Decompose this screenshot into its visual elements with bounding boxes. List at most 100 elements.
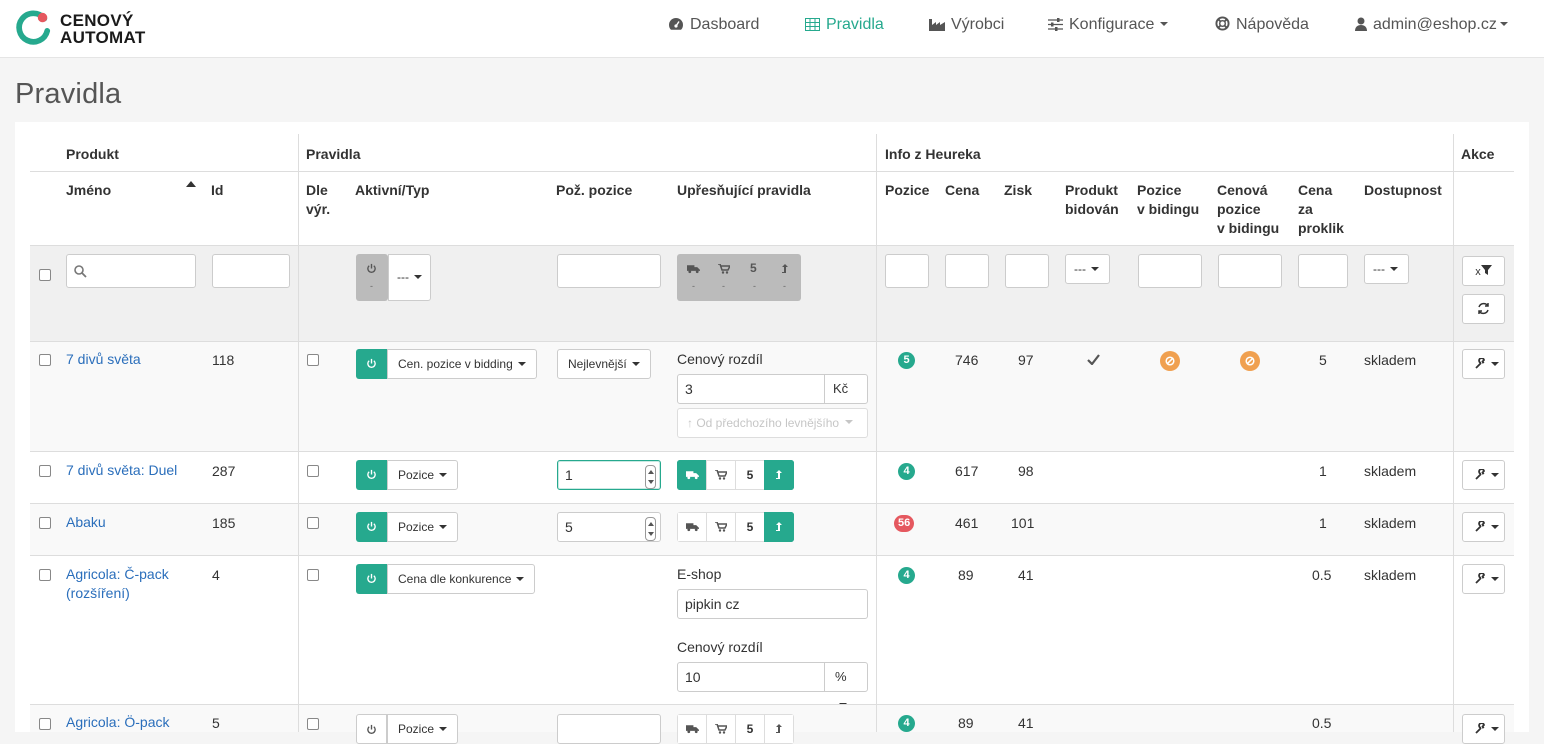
by-manufacturer-checkbox[interactable] (307, 354, 319, 366)
clear-filter-button[interactable]: x (1462, 256, 1505, 286)
arrow-up-toggle[interactable] (764, 714, 794, 744)
id-filter-input[interactable] (212, 254, 290, 288)
active-toggle[interactable] (356, 460, 387, 490)
stepper-icon[interactable] (645, 465, 656, 489)
arrow-up-toggle[interactable] (764, 512, 794, 542)
cart-icon (715, 522, 727, 532)
price-diff-input[interactable]: 10 (677, 662, 825, 692)
rule-type-select[interactable]: Pozice (387, 460, 459, 490)
chevron-down-icon (1491, 577, 1499, 581)
availability-filter-select[interactable]: --- (1364, 254, 1409, 284)
row-checkbox[interactable] (39, 718, 51, 730)
refine-segment-group: 5 (677, 460, 794, 490)
row-checkbox[interactable] (39, 517, 51, 529)
profit-value: 101 (1011, 515, 1035, 531)
truck-toggle[interactable] (677, 512, 707, 542)
by-manufacturer-checkbox[interactable] (307, 517, 319, 529)
refresh-icon (1478, 302, 1489, 315)
active-toggle[interactable] (356, 349, 387, 379)
eshop-input[interactable]: pipkin cz (677, 589, 868, 619)
nav-config[interactable]: Konfigurace (1048, 0, 1169, 50)
arrow-up-icon (776, 470, 782, 479)
count-toggle[interactable]: 5 (735, 714, 765, 744)
stepper-icon[interactable] (645, 517, 656, 541)
price-filter-input[interactable] (945, 254, 989, 288)
bid-position-filter-input[interactable] (1138, 254, 1202, 288)
req-position-input[interactable]: 1 (557, 460, 661, 490)
click-price-filter-input[interactable] (1298, 254, 1348, 288)
by-manufacturer-checkbox[interactable] (307, 465, 319, 477)
group-rules: Pravidla (306, 146, 361, 162)
unit-select[interactable]: % (824, 662, 868, 707)
product-link[interactable]: 7 divů světa (66, 350, 141, 369)
count-toggle[interactable]: 5 (735, 512, 765, 542)
price-diff-input[interactable]: 3 (677, 374, 825, 404)
active-toggle[interactable] (356, 714, 387, 744)
active-filter-toggle[interactable]: - (356, 254, 388, 301)
rule-type-select[interactable]: Cen. pozice v bidding (387, 349, 537, 379)
chevron-down-icon (845, 420, 854, 424)
name-filter-input[interactable] (66, 254, 196, 288)
nav-rules[interactable]: Pravidla (805, 0, 884, 50)
bidded-filter-select[interactable]: --- (1065, 254, 1110, 284)
page-title: Pravidla (15, 78, 122, 110)
factory-icon (929, 19, 945, 31)
nav-user[interactable]: admin@eshop.cz (1355, 0, 1508, 50)
req-position-input[interactable] (557, 714, 661, 744)
by-manufacturer-checkbox[interactable] (307, 718, 319, 730)
click-price-value: 5 (1319, 352, 1327, 368)
row-actions-button[interactable] (1462, 512, 1505, 542)
product-link[interactable]: Agricola: Č-pack (rozšíření) (66, 565, 169, 603)
position-filter-input[interactable] (885, 254, 929, 288)
cart-toggle[interactable] (706, 714, 736, 744)
col-id[interactable]: Id (211, 181, 223, 200)
count-toggle[interactable]: 5 (735, 460, 765, 490)
row-actions-button[interactable] (1462, 564, 1505, 594)
type-filter-select[interactable]: --- (388, 254, 431, 301)
chevron-down-icon (631, 362, 640, 366)
sort-asc-icon[interactable] (186, 181, 196, 187)
active-toggle[interactable] (356, 512, 387, 542)
row-checkbox[interactable] (39, 354, 51, 366)
product-link[interactable]: Abaku (66, 513, 106, 532)
req-position-input[interactable]: 5 (557, 512, 661, 542)
truck-toggle[interactable] (677, 714, 707, 744)
rule-type-select[interactable]: Pozice (387, 512, 459, 542)
req-position-filter-input[interactable] (557, 254, 661, 288)
col-name[interactable]: Jméno (66, 181, 111, 200)
select-all-checkbox[interactable] (39, 269, 51, 281)
power-icon (367, 724, 376, 734)
col-click-price: Cena za proklik (1298, 182, 1344, 236)
cart-toggle[interactable] (706, 512, 736, 542)
nav-manufacturers[interactable]: Výrobci (929, 0, 1004, 50)
by-manufacturer-checkbox[interactable] (307, 569, 319, 581)
base-price-select[interactable]: ↑ Od předchozího levnějšího (677, 408, 868, 438)
rule-type-select[interactable]: Cena dle konkurence (387, 564, 536, 594)
row-checkbox[interactable] (39, 569, 51, 581)
logo[interactable]: CENOVÝ AUTOMAT (14, 9, 174, 49)
arrow-up-toggle[interactable] (764, 460, 794, 490)
divider (1453, 134, 1454, 732)
row-actions-button[interactable] (1462, 349, 1505, 379)
product-link[interactable]: 7 divů světa: Duel (66, 461, 177, 480)
refine-label: Cenový rozdíl (677, 639, 763, 655)
nav-dashboard[interactable]: Dasboard (668, 0, 759, 50)
profit-filter-input[interactable] (1005, 254, 1049, 288)
truck-toggle[interactable] (677, 460, 707, 490)
row-checkbox[interactable] (39, 465, 51, 477)
refresh-button[interactable] (1462, 294, 1505, 324)
rule-type-select[interactable]: Pozice (387, 714, 459, 744)
row-actions-button[interactable] (1462, 714, 1505, 744)
product-link[interactable]: Agricola: Ö-pack (66, 713, 169, 732)
active-toggle[interactable] (356, 564, 387, 594)
power-icon (367, 263, 376, 273)
availability-value: skladem (1364, 567, 1417, 583)
unit-select[interactable]: Kč (824, 374, 868, 419)
row-actions-button[interactable] (1462, 460, 1505, 490)
nav-help[interactable]: Nápověda (1215, 0, 1309, 50)
req-position-select[interactable]: Nejlevnější (557, 349, 651, 379)
cart-toggle[interactable] (706, 460, 736, 490)
price-bid-position-filter-input[interactable] (1218, 254, 1282, 288)
refine-filter-group[interactable]: 5 - - - - (677, 254, 801, 301)
filter-icon (1480, 265, 1492, 275)
